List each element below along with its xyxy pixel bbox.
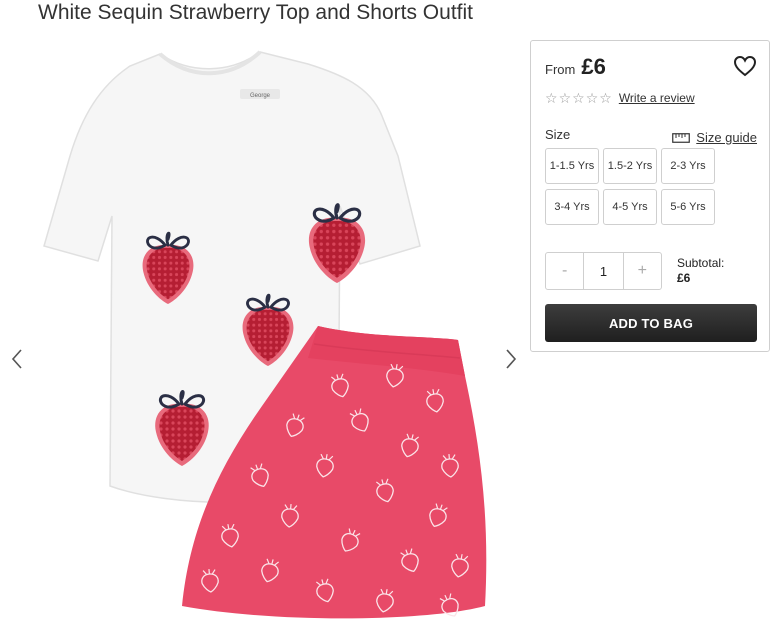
- chevron-right-icon: [506, 349, 517, 369]
- add-to-bag-button[interactable]: ADD TO BAG: [545, 304, 757, 342]
- size-option[interactable]: 4-5 Yrs: [603, 189, 657, 225]
- size-label: Size: [545, 127, 571, 142]
- star-outline-icon: ☆: [599, 90, 612, 106]
- wishlist-button[interactable]: [733, 55, 757, 77]
- subtotal-value: £6: [677, 271, 691, 285]
- size-option[interactable]: 5-6 Yrs: [661, 189, 715, 225]
- subtotal: Subtotal: £6: [677, 256, 724, 286]
- size-option[interactable]: 3-4 Yrs: [545, 189, 599, 225]
- write-review-link[interactable]: Write a review: [619, 91, 695, 105]
- star-rating: ☆ ☆ ☆ ☆ ☆: [545, 91, 612, 105]
- quantity-increase-button[interactable]: +: [624, 253, 661, 289]
- star-outline-icon: ☆: [585, 90, 599, 106]
- quantity-decrease-button[interactable]: -: [546, 253, 583, 289]
- star-outline-icon: ☆: [558, 90, 572, 106]
- star-outline-icon: ☆: [572, 90, 585, 106]
- size-option[interactable]: 2-3 Yrs: [661, 148, 715, 184]
- gallery-next-button[interactable]: [500, 344, 522, 374]
- size-option[interactable]: 1.5-2 Yrs: [603, 148, 657, 184]
- product-gallery: George: [0, 32, 528, 629]
- tshirt-label: George: [250, 93, 271, 99]
- size-option[interactable]: 1-1.5 Yrs: [545, 148, 599, 184]
- buy-box: From £6 ☆ ☆ ☆ ☆ ☆ Write a review Size Si…: [530, 40, 770, 352]
- gallery-prev-button[interactable]: [6, 344, 28, 374]
- subtotal-label: Subtotal:: [677, 256, 725, 270]
- product-title: White Sequin Strawberry Top and Shorts O…: [38, 1, 473, 24]
- quantity-input[interactable]: 1: [583, 253, 624, 289]
- size-guide-label: Size guide: [696, 130, 757, 145]
- size-guide-link[interactable]: Size guide: [672, 130, 757, 145]
- price: From £6: [545, 54, 606, 80]
- star-outline-icon: ☆: [545, 90, 558, 106]
- product-image[interactable]: George: [40, 46, 492, 629]
- price-value: £6: [581, 54, 606, 79]
- quantity-stepper: - 1 +: [545, 252, 662, 290]
- size-options: 1-1.5 Yrs 1.5-2 Yrs 2-3 Yrs 3-4 Yrs 4-5 …: [545, 148, 715, 225]
- chevron-left-icon: [11, 349, 22, 369]
- price-prefix: From: [545, 62, 576, 77]
- heart-icon: [733, 55, 757, 77]
- ruler-icon: [672, 132, 691, 143]
- rating-row: ☆ ☆ ☆ ☆ ☆ Write a review: [545, 91, 695, 105]
